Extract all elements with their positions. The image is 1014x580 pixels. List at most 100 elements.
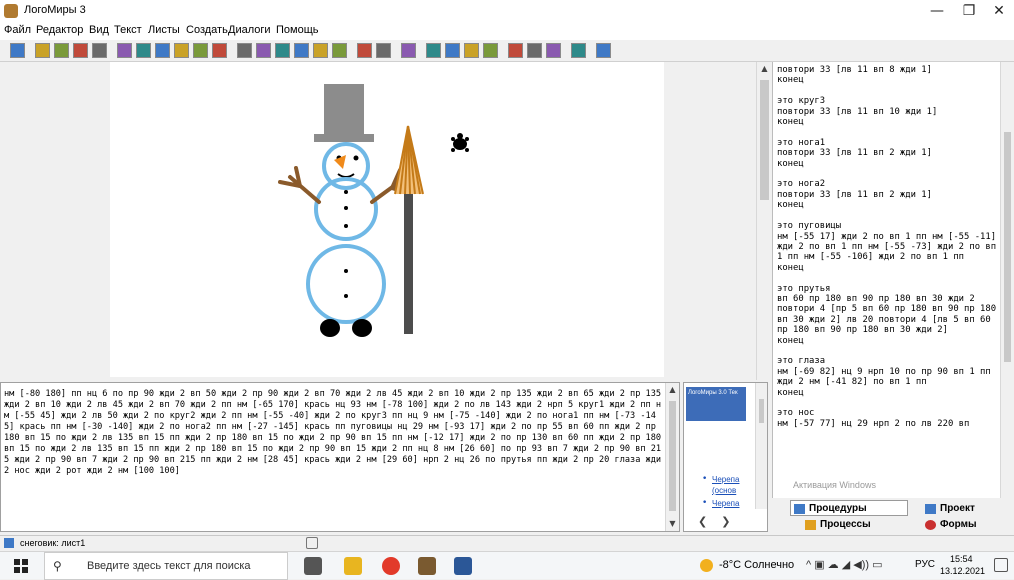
toolbar-paint-icon[interactable] [332,43,347,58]
page-icon [4,538,14,548]
toolbar-copy-icon[interactable] [527,43,542,58]
tab-procedures[interactable]: Процедуры [790,500,908,516]
tab-forms[interactable]: Формы [922,517,1012,533]
menu-help[interactable]: Помощь [276,24,319,36]
procedures-text[interactable]: повтори 33 [лв 11 вп 8 жди 1] конец это … [777,65,999,429]
weather-text[interactable]: -8°C Солнечно [719,559,794,571]
file-explorer-icon[interactable] [344,557,362,575]
taskbar-search-box[interactable]: ⚲ Введите здесь текст для поиска [44,552,288,580]
command-scroll-down-icon[interactable]: ▼ [666,517,679,531]
toolbar-open-icon[interactable] [54,43,69,58]
app-icon [4,4,18,18]
toolbar-stop-icon[interactable] [571,43,586,58]
menu-file[interactable]: Файл [4,24,31,36]
toolbar-palette-icon[interactable] [357,43,372,58]
clock-time[interactable]: 15:54 [950,554,973,564]
toolbar [0,40,1014,62]
toolbar-next-page-icon[interactable] [155,43,170,58]
tab-project[interactable]: Проект [922,501,1012,517]
procedures-text-scroll-thumb[interactable] [1004,132,1011,362]
window-title: ЛогоМиры 3 [24,4,86,16]
task-view-icon[interactable] [304,557,322,575]
menu-view[interactable]: Вид [89,24,109,36]
toolbar-grid-icon[interactable] [193,43,208,58]
yandex-browser-icon[interactable] [382,557,400,575]
help-link-turtle[interactable]: Черепа [712,475,739,484]
toolbar-page-list-icon[interactable] [174,43,189,58]
toolbar-help-icon[interactable] [596,43,611,58]
help-scroll-thumb[interactable] [759,399,764,423]
toolbar-new-page-icon[interactable] [35,43,50,58]
help-nav-arrows[interactable]: ❮ ❯ [698,515,730,528]
command-scroll-thumb[interactable] [669,401,676,511]
broom [394,125,424,334]
toolbar-turtle-icon[interactable] [237,43,252,58]
help-scrollbar[interactable] [755,383,767,509]
status-page-icon[interactable] [306,537,318,549]
notifications-icon[interactable] [994,558,1008,572]
scroll-thumb[interactable] [760,80,769,200]
toolbar-prev-page-icon[interactable] [136,43,151,58]
toolbar-save-icon[interactable] [73,43,88,58]
word-icon[interactable] [454,557,472,575]
search-icon: ⚲ [53,559,62,573]
command-scroll-up-icon[interactable]: ▲ [666,383,679,397]
menu-editor[interactable]: Редактор [36,24,83,36]
command-scrollbar[interactable]: ▲ ▼ [665,383,679,531]
toolbar-slider-icon[interactable] [294,43,309,58]
toolbar-text-box-icon[interactable] [256,43,271,58]
clock-date[interactable]: 13.12.2021 [940,566,985,576]
search-placeholder: Введите здесь текст для поиска [87,560,251,572]
right-eye [353,155,359,161]
toolbar-scissors-icon[interactable] [508,43,523,58]
drawing-canvas[interactable] [110,62,664,377]
snowman-bottom [306,244,386,324]
toolbar-eye-icon[interactable] [483,43,498,58]
toolbar-zoom-out-icon[interactable] [464,43,479,58]
taskbar: ⚲ Введите здесь текст для поиска -8°C Со… [0,551,1014,580]
toolbar-page-icon[interactable] [10,43,25,58]
menu-create[interactable]: Создать [186,24,228,36]
left-arm [278,166,321,204]
title-bar: ЛогоМиры 3 — ❐ ✕ [0,0,1014,22]
help-panel: ЛогоМиры 3.0 Тек • Черепа (основ • Череп… [683,382,768,532]
keyboard-language[interactable]: РУС [915,559,935,570]
processes-icon [805,520,816,530]
help-link-basics[interactable]: (основ [712,486,736,495]
menu-dialogs[interactable]: Диалоги [228,24,271,36]
menu-bar: Файл Редактор Вид Текст Листы Создать Ди… [0,22,1014,40]
procedures-text-scrollbar[interactable] [1000,62,1014,498]
toolbar-blank-page-icon[interactable] [117,43,132,58]
help-title: ЛогоМиры 3.0 Тек [686,387,746,421]
menu-sheets[interactable]: Листы [148,24,180,36]
tray-icons[interactable]: ^ ▣ ☁ ◢ ◀)) ▭ [806,558,882,571]
procedures-panel[interactable]: повтори 33 [лв 11 вп 8 жди 1] конец это … [772,62,1014,498]
scroll-up-icon[interactable]: ▲ [757,62,772,76]
toolbar-frame-icon[interactable] [212,43,227,58]
toolbar-pointer-icon[interactable] [401,43,416,58]
procedures-icon [794,504,805,514]
toolbar-stamp-icon[interactable] [426,43,441,58]
windows-start-icon[interactable] [14,559,28,573]
help-link-turtle-2[interactable]: Черепа [712,499,739,508]
tab-processes[interactable]: Процессы [802,517,912,533]
turtle-icon[interactable] [451,133,469,152]
weather-sun-icon[interactable] [700,559,713,572]
toolbar-eyedropper-icon[interactable] [376,43,391,58]
forms-icon [925,520,936,530]
logomiry-taskbar-icon[interactable] [418,557,436,575]
toolbar-music-icon[interactable] [313,43,328,58]
command-center[interactable]: нм [-80 180] пп нц 6 по пр 90 жди 2 вп 5… [0,382,680,532]
menu-text[interactable]: Текст [114,24,142,36]
toolbar-zoom-in-icon[interactable] [445,43,460,58]
activation-watermark: Активация Windows [793,480,876,490]
toolbar-print-icon[interactable] [92,43,107,58]
procedures-scrollbar[interactable]: ▲ [756,62,772,380]
toolbar-paste-icon[interactable] [546,43,561,58]
page-label: снеговик: лист1 [20,538,86,548]
toolbar-button-icon[interactable] [275,43,290,58]
command-text[interactable]: нм [-80 180] пп нц 6 по пр 90 жди 2 вп 5… [4,389,664,477]
left-foot [320,319,340,337]
close-button[interactable]: ✕ [980,0,1014,22]
hat [314,84,374,142]
